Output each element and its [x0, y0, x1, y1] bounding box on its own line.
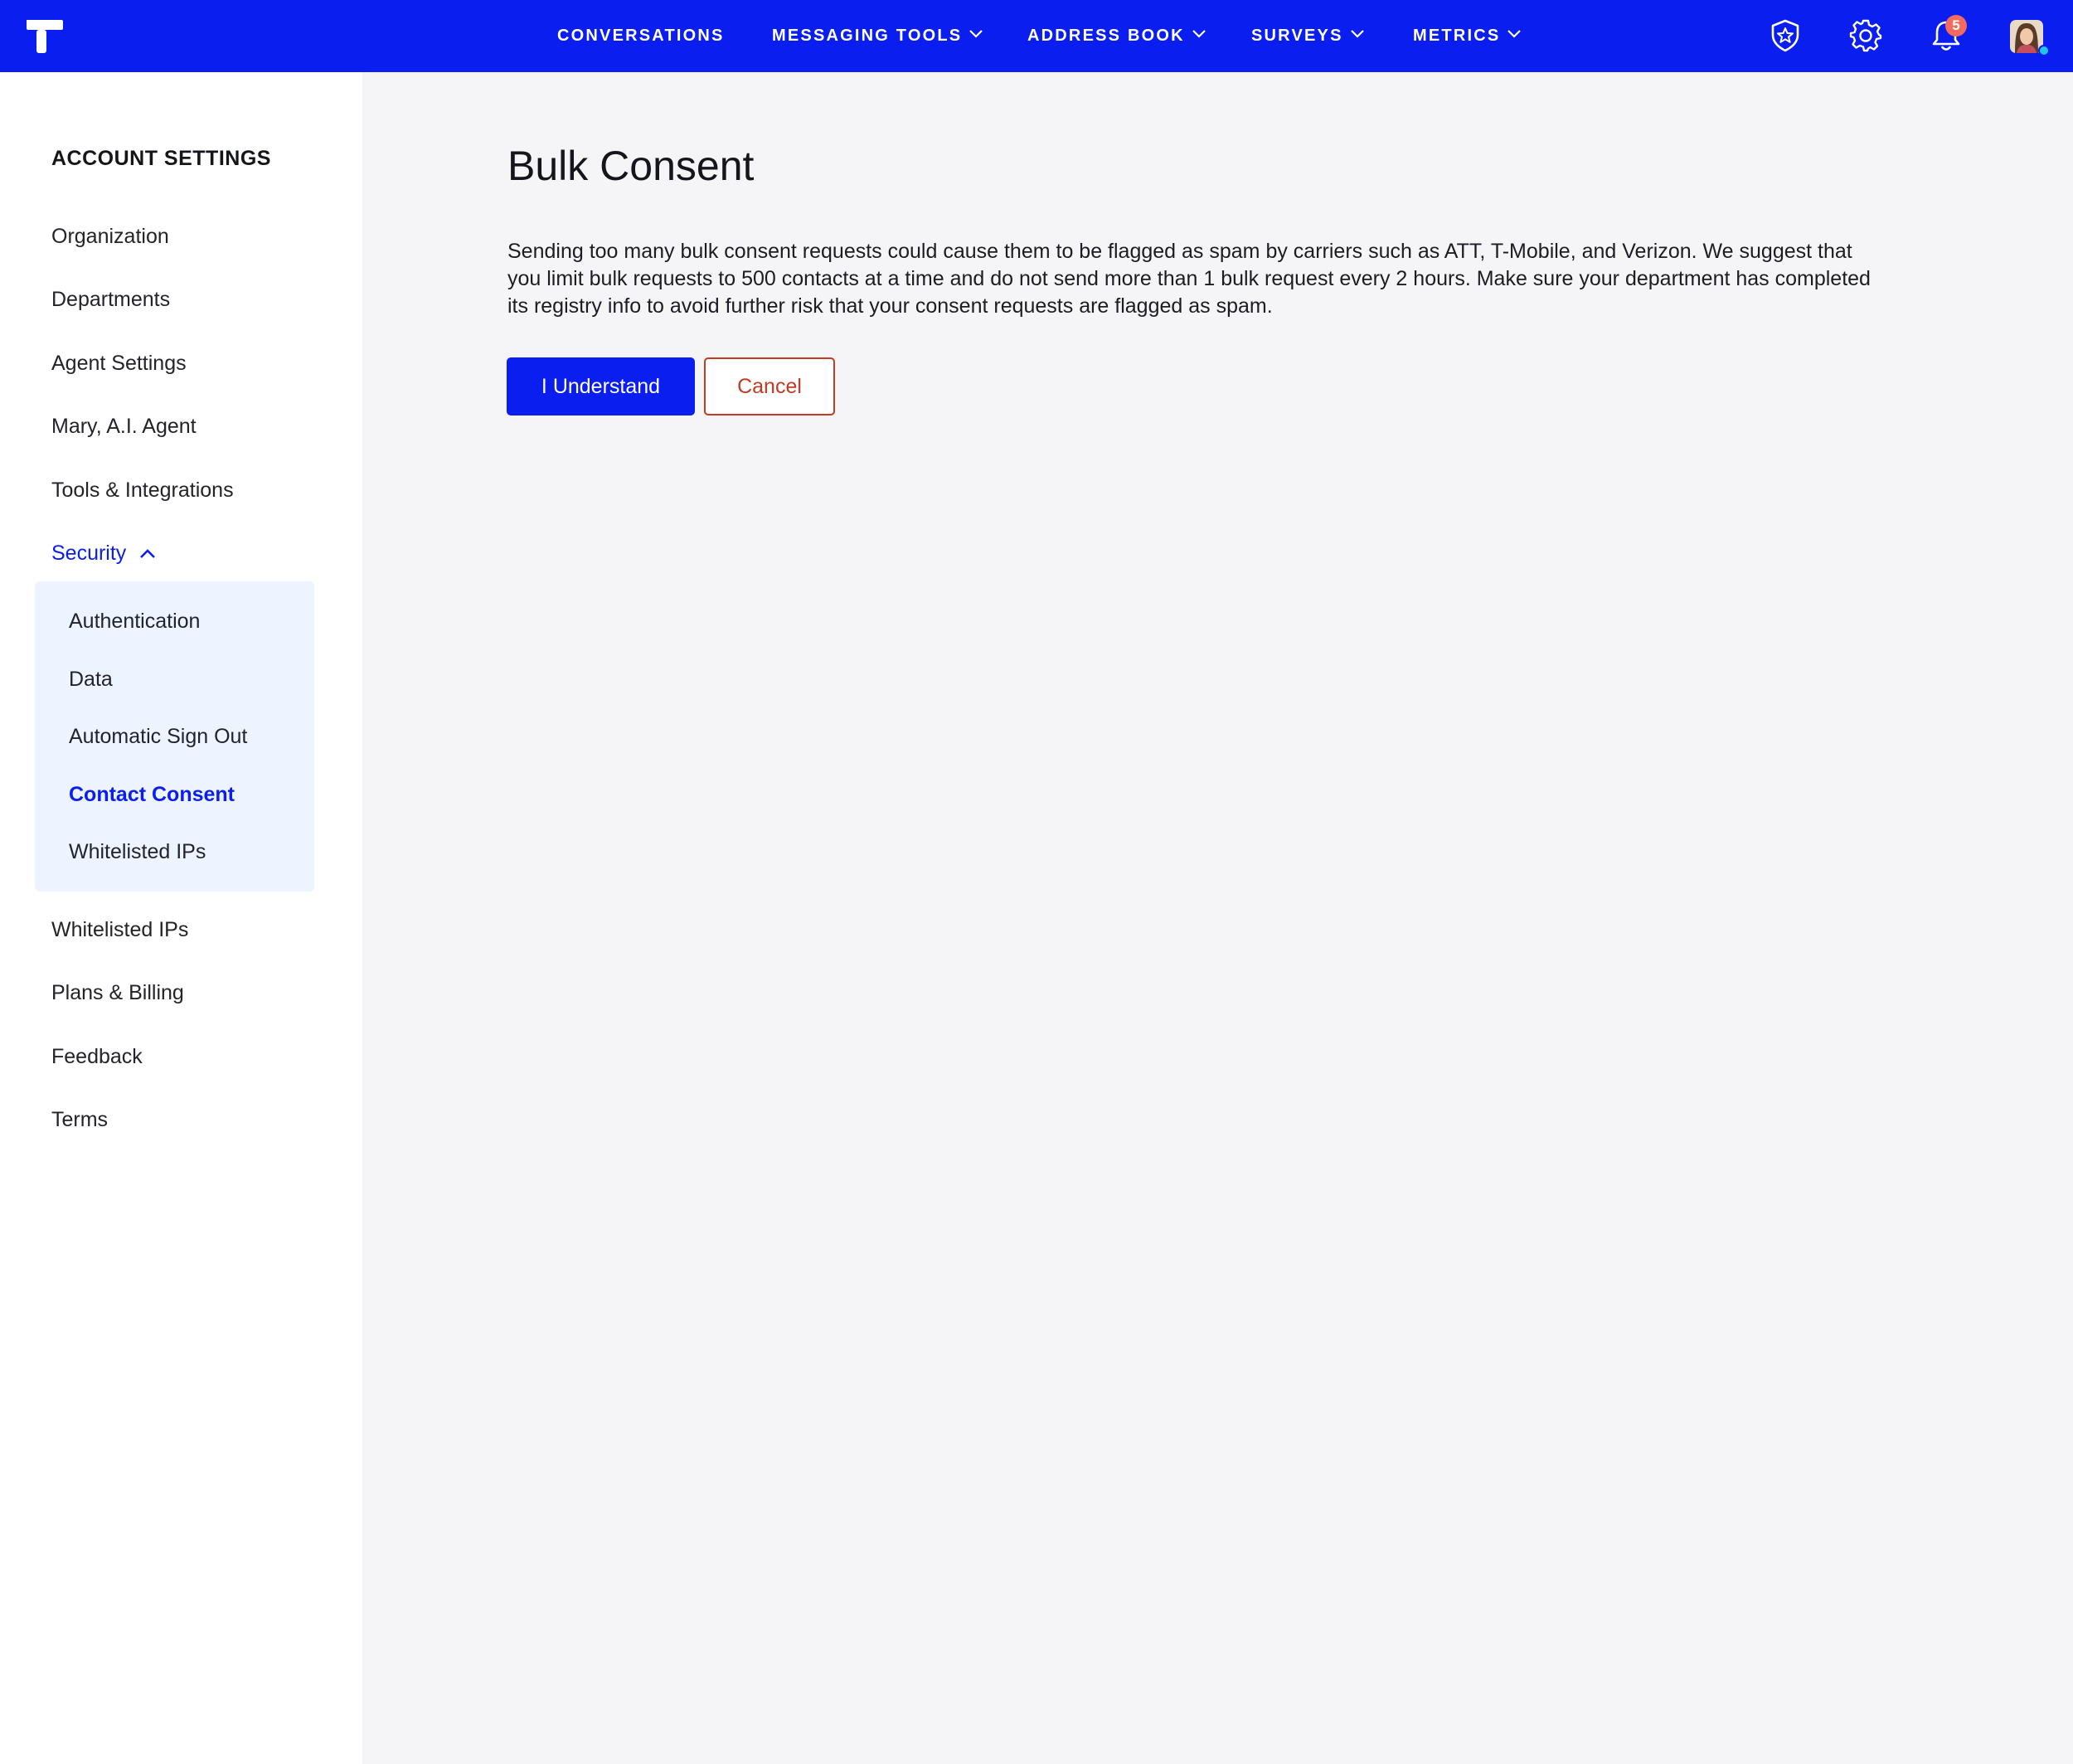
sidebar-title: ACCOUNT SETTINGS — [51, 147, 271, 170]
submenu-item-contact-consent[interactable]: Contact Consent — [69, 783, 235, 807]
gear-icon[interactable] — [1847, 17, 1885, 55]
sidebar-item-tools-integrations[interactable]: Tools & Integrations — [51, 479, 234, 503]
sidebar-item-terms[interactable]: Terms — [51, 1108, 108, 1132]
sidebar-item-departments[interactable]: Departments — [51, 288, 170, 312]
chevron-down-icon — [1192, 29, 1206, 38]
chevron-down-icon — [1350, 29, 1364, 38]
sidebar-item-security[interactable]: Security — [51, 542, 156, 566]
sidebar-item-label: Security — [51, 542, 127, 565]
page-title: Bulk Consent — [507, 143, 755, 189]
nav-label: CONVERSATIONS — [557, 27, 725, 45]
main-content: Bulk Consent Sending too many bulk conse… — [362, 72, 2073, 1764]
submenu-item-authentication[interactable]: Authentication — [69, 610, 200, 634]
nav-conversations[interactable]: CONVERSATIONS — [557, 0, 725, 72]
chevron-down-icon — [969, 29, 983, 38]
nav-messaging-tools[interactable]: MESSAGING TOOLS — [772, 0, 983, 72]
bell-icon[interactable]: 5 — [1927, 15, 1967, 55]
notification-count-badge: 5 — [1945, 15, 1967, 36]
chevron-down-icon — [1507, 29, 1522, 38]
nav-label: SURVEYS — [1251, 27, 1343, 45]
shield-star-icon[interactable] — [1766, 17, 1804, 55]
nav-surveys[interactable]: SURVEYS — [1251, 0, 1365, 72]
nav-metrics[interactable]: METRICS — [1413, 0, 1522, 72]
user-avatar[interactable] — [2010, 20, 2050, 56]
submenu-item-automatic-sign-out[interactable]: Automatic Sign Out — [69, 725, 247, 749]
cancel-button[interactable]: Cancel — [704, 357, 835, 415]
nav-label: MESSAGING TOOLS — [772, 27, 963, 45]
online-status-dot — [2038, 45, 2050, 56]
sidebar-item-mary-ai-agent[interactable]: Mary, A.I. Agent — [51, 415, 197, 439]
sidebar-item-agent-settings[interactable]: Agent Settings — [51, 352, 187, 376]
submenu-item-whitelisted-ips[interactable]: Whitelisted IPs — [69, 840, 206, 864]
chevron-up-icon — [140, 548, 156, 558]
sidebar-item-whitelisted-ips[interactable]: Whitelisted IPs — [51, 918, 188, 942]
top-navigation-bar: CONVERSATIONS MESSAGING TOOLS ADDRESS BO… — [0, 0, 2073, 72]
app-logo-icon[interactable] — [25, 18, 65, 55]
account-settings-sidebar: ACCOUNT SETTINGS Organization Department… — [0, 72, 362, 1764]
sidebar-item-organization[interactable]: Organization — [51, 225, 169, 249]
nav-label: ADDRESS BOOK — [1027, 27, 1185, 45]
security-submenu: Authentication Data Automatic Sign Out C… — [35, 581, 314, 892]
bulk-consent-warning-text: Sending too many bulk consent requests c… — [507, 240, 1871, 318]
submenu-item-data[interactable]: Data — [69, 668, 113, 692]
sidebar-item-feedback[interactable]: Feedback — [51, 1045, 143, 1069]
sidebar-item-plans-billing[interactable]: Plans & Billing — [51, 981, 184, 1005]
nav-label: METRICS — [1413, 27, 1501, 45]
i-understand-button[interactable]: I Understand — [507, 357, 695, 415]
nav-address-book[interactable]: ADDRESS BOOK — [1027, 0, 1206, 72]
